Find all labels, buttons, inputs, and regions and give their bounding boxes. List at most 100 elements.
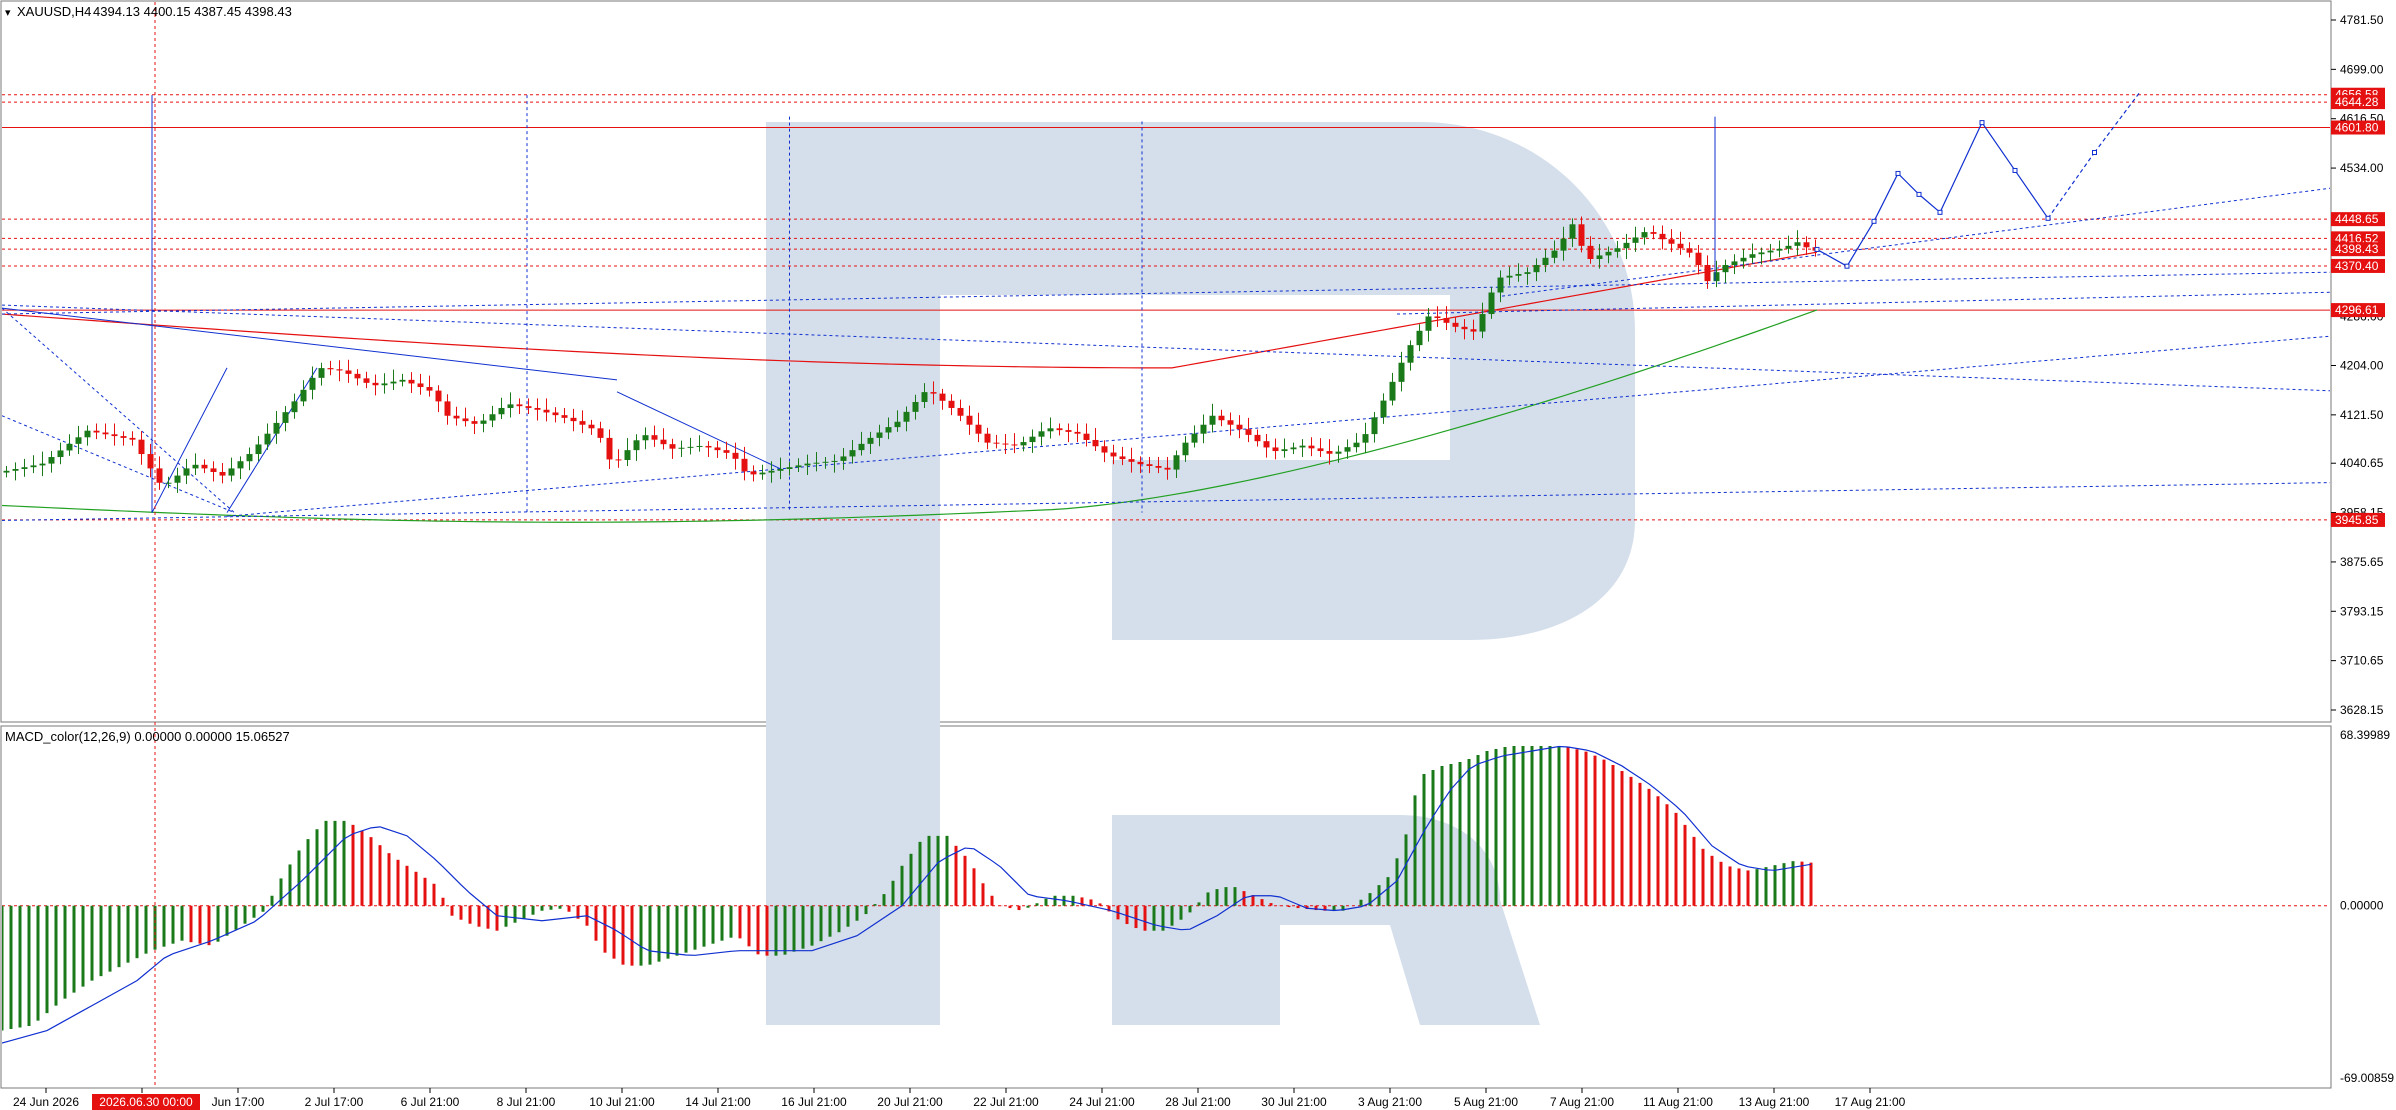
candle-body xyxy=(435,390,442,402)
candle-body xyxy=(1776,248,1783,251)
price-level-label: 3945.85 xyxy=(2335,513,2379,527)
candle-body xyxy=(147,454,154,469)
candle-body xyxy=(237,461,244,469)
candle-body xyxy=(498,407,505,415)
candle-body xyxy=(1731,261,1738,265)
x-tick-label: 24 Jun 2026 xyxy=(13,1095,79,1109)
candle-body xyxy=(750,471,757,475)
candle-body xyxy=(327,368,334,370)
forecast-node[interactable] xyxy=(1895,170,1901,176)
candle-body xyxy=(471,421,478,424)
candle-body xyxy=(1452,322,1459,327)
candle-body xyxy=(102,432,109,435)
forecast-node[interactable] xyxy=(1979,120,1985,126)
candle-body xyxy=(1200,424,1207,434)
x-tick-label: 14 Jul 21:00 xyxy=(685,1095,751,1109)
candle-body xyxy=(1578,224,1585,246)
x-tick-label: 10 Jul 21:00 xyxy=(589,1095,655,1109)
x-tick-label: 6 Jul 21:00 xyxy=(401,1095,460,1109)
candle-body xyxy=(1326,451,1333,454)
forecast-node[interactable] xyxy=(1937,209,1943,215)
candle-body xyxy=(714,447,721,451)
candle-body xyxy=(138,439,145,455)
candle-body xyxy=(1659,233,1666,240)
candle-body xyxy=(1317,448,1324,452)
forecast-node[interactable] xyxy=(1916,191,1922,197)
candle-body xyxy=(624,450,631,461)
x-tick-label: 3 Aug 21:00 xyxy=(1358,1095,1422,1109)
forecast-node[interactable] xyxy=(1871,218,1877,224)
candle-body xyxy=(1434,316,1441,319)
candle-body xyxy=(921,392,928,402)
candle-body xyxy=(84,430,91,438)
candle-body xyxy=(120,436,127,438)
candle-body xyxy=(1416,330,1423,346)
x-tick-label: 20 Jul 21:00 xyxy=(877,1095,943,1109)
forecast-node[interactable] xyxy=(2092,150,2097,156)
candle-body xyxy=(1038,431,1045,437)
candle-body xyxy=(579,421,586,425)
y-tick-label: 3793.15 xyxy=(2340,604,2384,618)
x-tick-label: 17 Aug 21:00 xyxy=(1835,1095,1906,1109)
price-level-label: 4370.40 xyxy=(2335,259,2379,273)
candle-body xyxy=(372,382,379,386)
candle-body xyxy=(1668,239,1675,244)
candle-body xyxy=(1641,232,1648,238)
candle-body xyxy=(1722,264,1729,273)
symbol-timeframe: XAUUSD,H4 xyxy=(17,4,91,19)
candle-body xyxy=(1074,431,1081,434)
candle-body xyxy=(1083,433,1090,440)
candle-body xyxy=(858,443,865,451)
y-tick-label: 4204.00 xyxy=(2340,358,2384,372)
x-tick-label: 2026.06.30 00:00 xyxy=(99,1095,193,1109)
candle-body xyxy=(345,370,352,374)
x-tick-label: Jun 17:00 xyxy=(212,1095,265,1109)
candle-body xyxy=(813,462,820,464)
candle-body xyxy=(282,412,289,423)
candle-body xyxy=(1794,242,1801,246)
symbol-chevron-icon[interactable]: ▾ xyxy=(5,7,11,19)
candle-body xyxy=(363,378,370,383)
candle-body xyxy=(210,468,217,472)
candle-body xyxy=(930,392,937,394)
candle-body xyxy=(453,415,460,419)
candle-body xyxy=(1488,292,1495,315)
macd-y-tick-label: -69.00859 xyxy=(2340,1071,2394,1085)
chart-svg[interactable]: 4781.504699.004616.504534.004451.004368.… xyxy=(0,0,2396,1110)
forecast-node[interactable] xyxy=(2045,215,2051,221)
candle-body xyxy=(1686,248,1693,253)
candle-body xyxy=(21,467,28,469)
candle-body xyxy=(417,383,424,388)
y-tick-label: 4534.00 xyxy=(2340,161,2384,175)
candle-body xyxy=(1371,417,1378,435)
candle-body xyxy=(1389,381,1396,401)
candle-body xyxy=(1146,464,1153,467)
y-tick-label: 4121.50 xyxy=(2340,408,2384,422)
candle-body xyxy=(480,420,487,424)
candle-body xyxy=(1542,257,1549,265)
candle-body xyxy=(534,407,541,410)
candle-body xyxy=(732,452,739,459)
candle-body xyxy=(192,464,199,469)
candle-body xyxy=(1353,442,1360,448)
candle-body xyxy=(831,460,838,462)
candle-body xyxy=(1281,449,1288,452)
candle-body xyxy=(1380,400,1387,418)
candle-body xyxy=(1479,314,1486,332)
forecast-node[interactable] xyxy=(1844,263,1850,269)
y-tick-label: 4699.00 xyxy=(2340,62,2384,76)
candle-body xyxy=(570,417,577,422)
candle-body xyxy=(1335,451,1342,454)
candle-body xyxy=(1740,257,1747,262)
forecast-node[interactable] xyxy=(2012,167,2018,173)
candle-body xyxy=(165,482,172,484)
candle-body xyxy=(912,401,919,412)
candle-body xyxy=(975,424,982,434)
candle-body xyxy=(1749,254,1756,258)
candle-body xyxy=(1614,248,1621,252)
candle-body xyxy=(597,428,604,438)
y-tick-label: 3710.65 xyxy=(2340,654,2384,668)
forecast-node[interactable] xyxy=(1814,246,1820,252)
candle-body xyxy=(228,468,235,476)
candle-body xyxy=(1263,441,1270,448)
